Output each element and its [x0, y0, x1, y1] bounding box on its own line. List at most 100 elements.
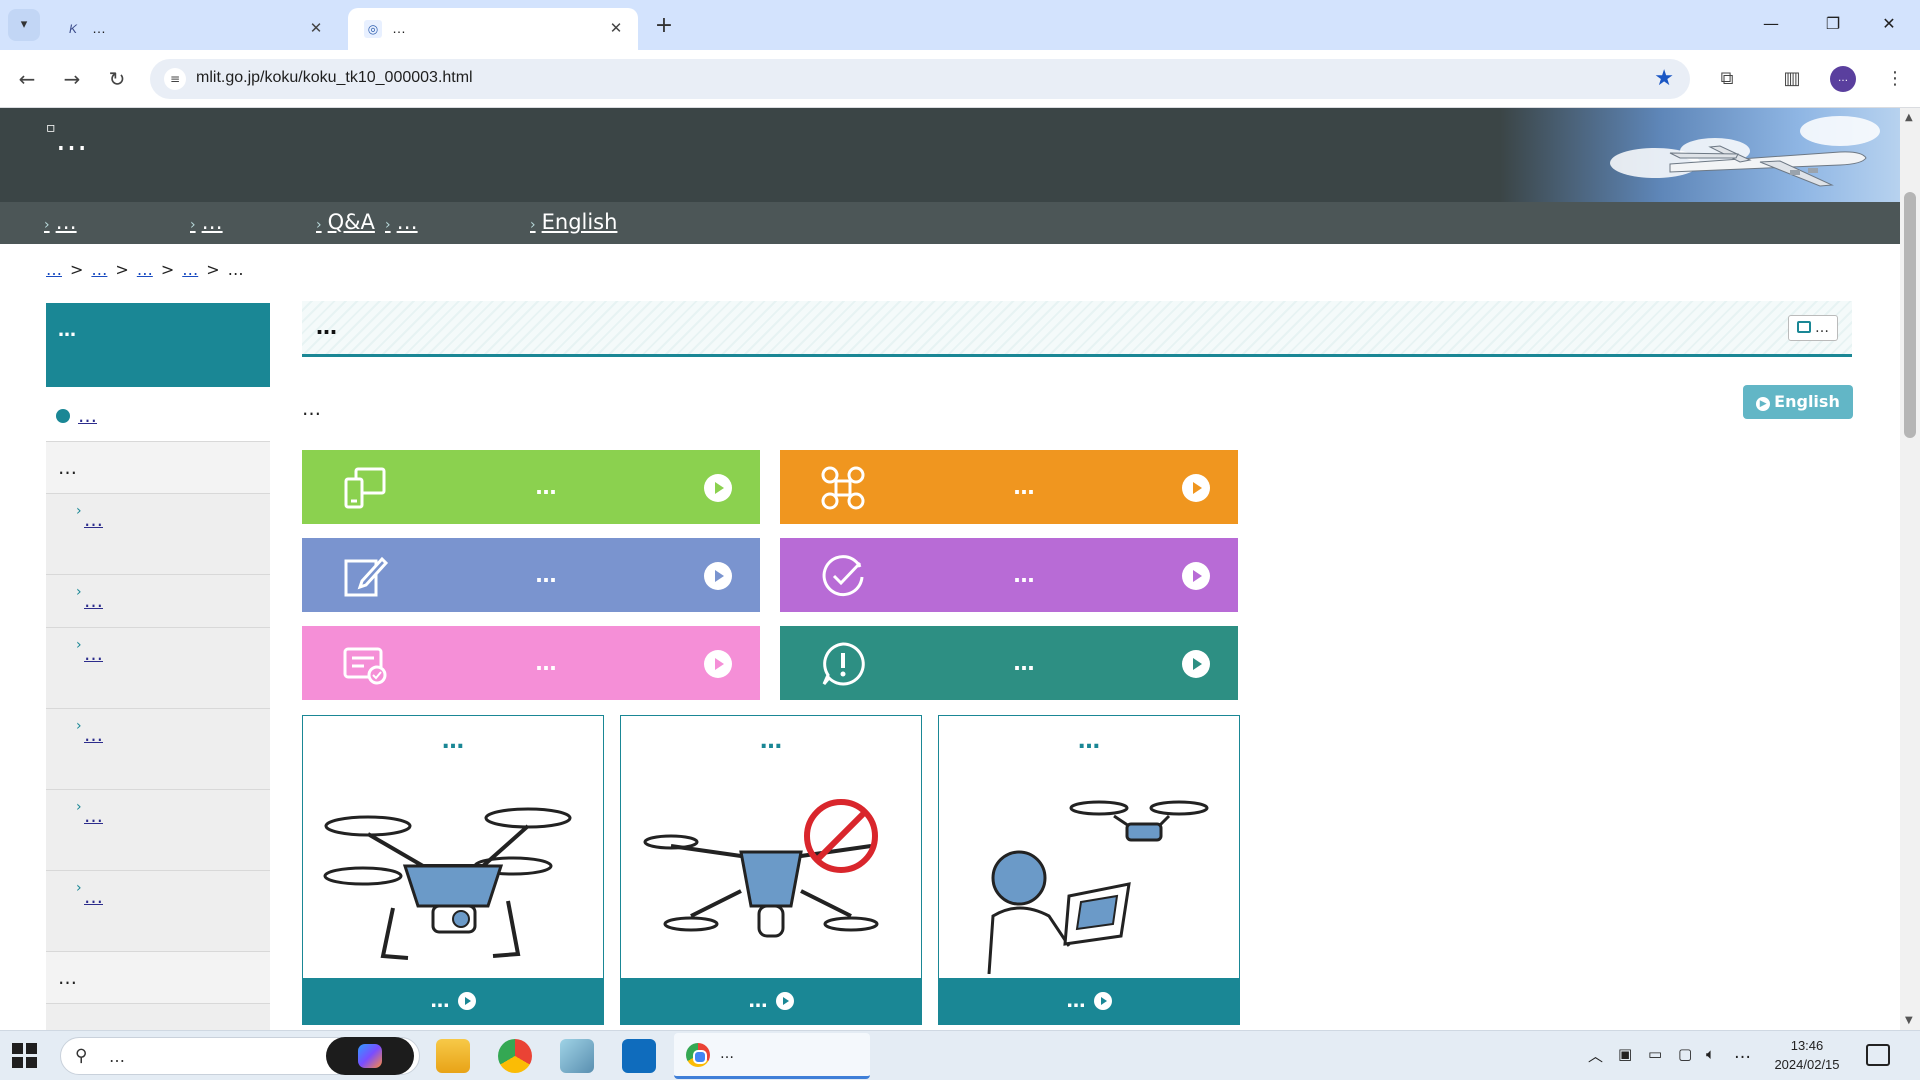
play-circle-icon [457, 992, 476, 1010]
card-target-aircraft[interactable]: … … [302, 715, 604, 1025]
address-bar[interactable]: ≡ mlit.go.jp/koku/koku_tk10_000003.html … [150, 59, 1690, 99]
print-button[interactable]: … [1788, 315, 1838, 341]
window-title: … [720, 1046, 734, 1062]
chevron-right-icon: › [76, 880, 82, 896]
browser-tab[interactable]: K … ✕ [48, 8, 338, 50]
tab-strip: ▾ K … ✕ ◎ … ✕ + — ❐ ✕ [0, 0, 1920, 50]
browser-tab-active[interactable]: ◎ … ✕ [348, 8, 638, 50]
card-more-link[interactable]: … [939, 978, 1239, 1024]
category-pilot-certificate-button[interactable]: … [302, 626, 760, 700]
chrome-icon [686, 1043, 710, 1067]
breadcrumb-policy[interactable]: … [91, 260, 107, 279]
card-no-fly-zones[interactable]: … … [620, 715, 922, 1025]
category-label: … [535, 651, 557, 675]
clock[interactable]: 13:46 2024/02/15 [1752, 1036, 1862, 1074]
ime-indicator[interactable]: … [1734, 1043, 1751, 1063]
minimize-icon[interactable]: — [1748, 10, 1794, 38]
chrome-icon[interactable] [498, 1039, 532, 1073]
volume-icon[interactable]: 🔈︎ [1706, 1045, 1715, 1063]
notification-icon[interactable] [1866, 1044, 1890, 1066]
breadcrumb-aviation[interactable]: … [137, 260, 153, 279]
category-before-after-flight-button[interactable]: … [780, 538, 1238, 612]
battery-icon[interactable]: ▭ [1648, 1045, 1662, 1063]
network-icon[interactable]: ▢ [1678, 1045, 1692, 1063]
category-label: … [1013, 651, 1035, 675]
bookmark-star-icon[interactable]: ★ [1654, 66, 1674, 91]
header-sky-image [1500, 108, 1900, 202]
intro-text: … [302, 398, 321, 420]
tab-title: … [392, 20, 406, 36]
site-info-icon[interactable]: ≡ [164, 68, 186, 90]
card-more-link[interactable]: … [621, 978, 921, 1024]
drone-illustration-icon [323, 807, 572, 960]
tray-overflow-icon[interactable]: ︿ [1588, 1045, 1603, 1066]
extensions-icon[interactable]: ⧉ [1712, 64, 1742, 94]
english-button[interactable]: ▶ English [1743, 385, 1853, 419]
sidebar-item-accident-report[interactable]: ›… [46, 871, 270, 952]
scroll-thumb[interactable] [1904, 192, 1916, 438]
arrow-circle-icon: ▶ [1756, 397, 1771, 411]
nav-stats[interactable]: ›… [44, 210, 77, 234]
category-flight-permit-button[interactable]: … [302, 538, 760, 612]
play-circle-icon [1182, 562, 1210, 590]
category-label: … [1013, 475, 1035, 499]
clock-time: 13:46 [1790, 1038, 1824, 1053]
scroll-down-icon[interactable]: ▼ [1905, 1015, 1913, 1026]
url-text[interactable]: mlit.go.jp/koku/koku_tk10_000003.html [196, 69, 473, 87]
play-circle-icon [775, 992, 794, 1010]
bullet-icon [56, 409, 70, 423]
play-circle-icon [704, 562, 732, 590]
sidebar-item-flight-plan[interactable]: ›… [46, 790, 270, 871]
file-explorer-icon[interactable] [436, 1039, 470, 1073]
close-window-icon[interactable]: ✕ [1866, 10, 1912, 38]
printer-icon [1797, 321, 1811, 333]
nav-links[interactable]: ›… [190, 210, 223, 234]
category-label: … [535, 563, 557, 587]
breadcrumb-home[interactable]: … [46, 260, 62, 279]
global-nav: ›… ›… › Q&A ›… › English [0, 202, 1900, 244]
profile-avatar[interactable]: … [1830, 66, 1856, 92]
close-tab-icon[interactable]: ✕ [306, 19, 326, 39]
scroll-up-icon[interactable]: ▲ [1905, 112, 1913, 123]
card-rules[interactable]: … … [938, 715, 1240, 1025]
sidebar-item-partial[interactable] [46, 1004, 270, 1030]
card-more-link[interactable]: … [303, 978, 603, 1024]
page-scrollbar[interactable]: ▲ ▼ [1900, 108, 1920, 1030]
sidebar-item-flight-permit[interactable]: ›… [46, 709, 270, 790]
category-type-certification-button[interactable]: … [780, 626, 1238, 700]
reload-icon[interactable]: ↻ [102, 64, 132, 94]
taskbar: ⚲ … … ︿ ▣ ▭ ▢ 🔈︎ … 13:46 2024/02/15 [0, 1030, 1920, 1080]
sidebar-item-registration[interactable]: ›… [46, 494, 270, 575]
nav-qa[interactable]: › Q&A [316, 210, 375, 234]
back-icon[interactable]: ← [12, 64, 42, 94]
side-panel-icon[interactable]: ▥ [1777, 64, 1807, 94]
sidebar-category-procedures: … [46, 442, 270, 494]
sidebar-item-certification[interactable]: ›… [46, 575, 270, 628]
card-title: … [442, 729, 464, 754]
meet-now-icon[interactable]: ▣ [1618, 1045, 1632, 1063]
menu-kebab-icon[interactable]: ⋮ [1880, 64, 1910, 94]
tab-search-button[interactable]: ▾ [8, 9, 40, 41]
clock-date: 2024/02/15 [1774, 1057, 1840, 1072]
taskbar-chrome-window[interactable]: … [674, 1033, 870, 1079]
restore-icon[interactable]: ❐ [1810, 10, 1856, 38]
nav-english[interactable]: › English [530, 210, 617, 234]
forward-icon[interactable]: → [57, 64, 87, 94]
copilot-button[interactable] [326, 1037, 414, 1075]
nav-sitemap[interactable]: ›… [385, 210, 418, 234]
sidebar-item-news[interactable]: … [46, 390, 270, 442]
prohibited-drone-icon [643, 799, 879, 938]
outlook-icon[interactable] [622, 1039, 656, 1073]
site-logo[interactable]: ▫… [46, 120, 88, 158]
close-tab-icon[interactable]: ✕ [606, 19, 626, 39]
breadcrumb: … >… >… >… >… [46, 260, 244, 279]
category-register-aircraft-button[interactable]: … [780, 450, 1238, 524]
category-procedure-flow-button[interactable]: … [302, 450, 760, 524]
breadcrumb-safety[interactable]: … [182, 260, 198, 279]
sidebar-item-pilot-license[interactable]: ›… [46, 628, 270, 709]
page-viewport: ▫… ›… ›… › Q&A ›… › English … >… >… >… >… … … [0, 108, 1900, 1030]
new-tab-icon[interactable]: + [650, 12, 678, 40]
notes-app-icon[interactable] [560, 1039, 594, 1073]
windows-start-icon[interactable] [12, 1043, 38, 1069]
phone-screen-icon [344, 467, 386, 509]
